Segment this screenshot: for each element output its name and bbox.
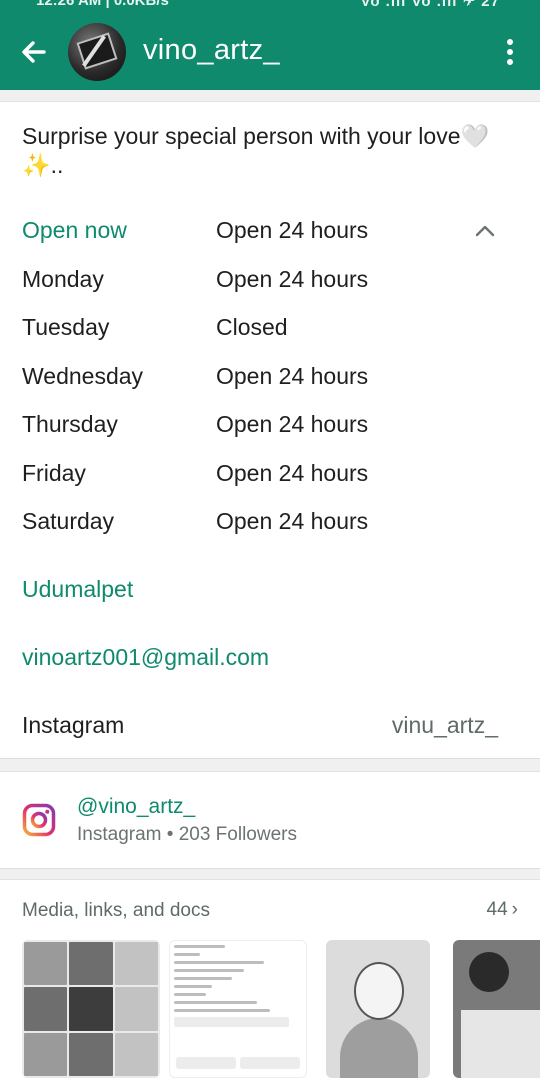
chevron-right-icon: › [511, 899, 518, 920]
business-email-link[interactable]: vinoartz001@gmail.com [22, 644, 269, 671]
contact-name[interactable]: vino_artz_ [143, 34, 280, 67]
avatar[interactable] [68, 23, 126, 81]
more-options-button[interactable] [500, 36, 520, 68]
media-thumbnail[interactable] [169, 940, 307, 1078]
hours-status-row[interactable]: Open now Open 24 hours [22, 215, 522, 264]
hours-day: Tuesday [22, 314, 110, 340]
hours-value: Open 24 hours [216, 265, 369, 292]
hours-day: Friday [22, 459, 86, 486]
text-line [174, 993, 206, 996]
photo-paper [461, 1010, 540, 1078]
hours-row: Tuesday Closed [22, 312, 522, 361]
hours-day: Wednesday [22, 362, 144, 389]
text-line [174, 969, 245, 972]
app-bar: 12:26 AM | 0.0KB/s Vo .ııl Vo .ııl ✈ 27 … [0, 0, 540, 90]
section-divider [0, 868, 540, 880]
photo-person [469, 952, 509, 992]
menu-dot [507, 59, 513, 65]
more-vertical-icon [507, 39, 513, 45]
collage-tile [114, 942, 158, 986]
instagram-field[interactable]: Instagram vinu_artz_ [22, 712, 498, 739]
status-time: 12:26 AM | 0.0KB/s [36, 0, 169, 9]
media-thumbnail[interactable] [22, 940, 160, 1078]
media-count-button[interactable]: 44 › [487, 899, 518, 921]
hours-day: Thursday [22, 411, 118, 437]
share-profile-mock [240, 1057, 300, 1069]
linked-account-name[interactable]: @vino_artz_ [77, 795, 195, 819]
text-line [174, 985, 213, 988]
collage-tile [114, 1032, 158, 1076]
sketch-face [354, 962, 404, 1020]
instagram-field-handle: vinu_artz_ [391, 712, 498, 738]
collage-tile [24, 942, 68, 986]
status-bar: 12:26 AM | 0.0KB/s Vo .ııl Vo .ııl ✈ 27 [0, 0, 540, 10]
hours-row: Monday Open 24 hours [22, 264, 522, 313]
hours-value: Open 24 hours [216, 362, 369, 389]
hours-value: Open 24 hours [216, 459, 369, 486]
sketch-body [340, 1018, 418, 1078]
back-button[interactable] [16, 34, 52, 70]
arrow-left-icon [22, 41, 46, 63]
text-line [174, 961, 264, 964]
edit-profile-mock [176, 1057, 236, 1069]
hours-day: Monday [22, 265, 104, 292]
collage-tile [69, 987, 113, 1031]
media-count: 44 [486, 899, 508, 920]
linked-account-meta: Instagram • 203 Followers [77, 824, 297, 845]
collage-tile [69, 942, 113, 986]
chevron-up-icon[interactable] [474, 223, 496, 239]
hours-value: Open 24 hours [216, 411, 369, 437]
section-divider [0, 758, 540, 772]
section-divider [0, 90, 540, 102]
hours-row: Saturday Open 24 hours [22, 506, 522, 555]
text-line [174, 1009, 270, 1012]
text-line [174, 977, 232, 980]
text-line [174, 945, 226, 948]
status-indicators: Vo .ııl Vo .ııl ✈ 27 [360, 0, 500, 10]
business-location-link[interactable]: Udumalpet [22, 576, 133, 603]
collage-tile [24, 1032, 68, 1076]
hours-row: Wednesday Open 24 hours [22, 361, 522, 410]
collage-tile [114, 987, 158, 1031]
open-status-hours: Open 24 hours [216, 217, 369, 243]
hours-day: Saturday [22, 508, 115, 534]
instagram-field-label: Instagram [22, 712, 125, 738]
hours-value: Open 24 hours [216, 508, 369, 534]
hours-value: Closed [216, 314, 288, 340]
text-line [174, 953, 200, 956]
instagram-icon [22, 803, 56, 837]
business-description: Surprise your special person with your l… [22, 123, 490, 178]
business-hours[interactable]: Open now Open 24 hours Monday Open 24 ho… [22, 215, 522, 555]
media-thumbnail[interactable] [453, 940, 540, 1078]
hours-row: Thursday Open 24 hours [22, 409, 522, 458]
media-thumbnail[interactable] [326, 940, 430, 1078]
text-line [174, 1001, 258, 1004]
collage-tile [24, 987, 68, 1031]
collage-tile [69, 1032, 113, 1076]
open-status: Open now [22, 217, 127, 243]
menu-dot [507, 49, 513, 55]
screenshot-text-lines [174, 945, 302, 1032]
hours-row: Friday Open 24 hours [22, 458, 522, 507]
dashboard-box [174, 1017, 290, 1027]
media-section-title[interactable]: Media, links, and docs [22, 900, 210, 922]
